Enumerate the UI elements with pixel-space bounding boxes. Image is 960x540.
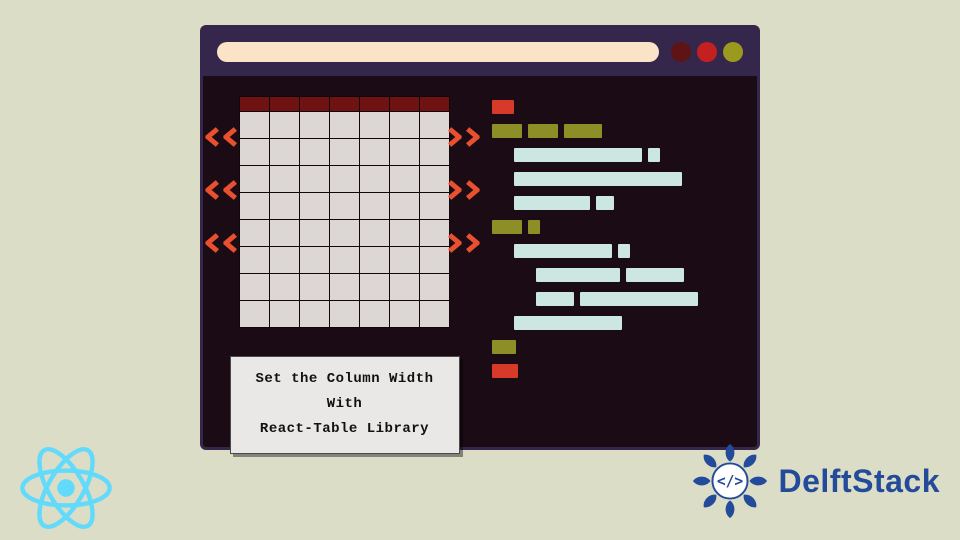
left-pane: Set the Column Width With React-Table Li… — [217, 96, 472, 433]
code-token — [492, 364, 518, 378]
code-line — [514, 148, 743, 162]
data-table — [239, 96, 450, 328]
code-token — [514, 316, 622, 330]
resize-arrows-right — [448, 124, 484, 256]
code-token — [528, 124, 558, 138]
table-wrap — [217, 96, 472, 328]
chevron-left-icon — [205, 230, 241, 256]
chevron-left-icon — [205, 124, 241, 150]
resize-arrows-left — [205, 124, 241, 256]
react-logo-icon — [18, 440, 114, 536]
code-line — [492, 124, 743, 138]
svg-text:</>: </> — [716, 473, 743, 490]
chevron-left-icon — [205, 177, 241, 203]
app-window: Set the Column Width With React-Table Li… — [200, 25, 760, 450]
code-token — [618, 244, 630, 258]
window-dot-minimize[interactable] — [671, 42, 691, 62]
window-titlebar — [203, 28, 757, 76]
code-line — [514, 196, 743, 210]
window-dot-maximize[interactable] — [723, 42, 743, 62]
code-token — [492, 124, 522, 138]
code-token — [536, 292, 574, 306]
code-line — [514, 316, 743, 330]
chevron-right-icon — [448, 230, 484, 256]
code-line — [492, 364, 743, 378]
code-token — [492, 220, 522, 234]
caption-line-2: React-Table Library — [239, 417, 451, 442]
code-line — [492, 340, 743, 354]
caption: Set the Column Width With React-Table Li… — [230, 356, 460, 454]
code-token — [492, 340, 516, 354]
code-line — [514, 172, 743, 186]
code-line — [492, 100, 743, 114]
delftstack-logo: </> DelftStack — [691, 442, 941, 520]
caption-line-1: Set the Column Width With — [239, 367, 451, 417]
code-token — [514, 196, 590, 210]
code-line — [536, 292, 743, 306]
code-line — [492, 220, 743, 234]
delftstack-name: DelftStack — [779, 463, 941, 500]
code-line — [514, 244, 743, 258]
chevron-right-icon — [448, 177, 484, 203]
code-token — [580, 292, 698, 306]
code-token — [596, 196, 614, 210]
code-line — [536, 268, 743, 282]
code-token — [564, 124, 602, 138]
code-token — [514, 244, 612, 258]
delftstack-badge-icon: </> — [691, 442, 769, 520]
code-token — [536, 268, 620, 282]
address-bar[interactable] — [217, 42, 659, 62]
code-token — [492, 100, 514, 114]
code-token — [648, 148, 660, 162]
code-token — [514, 148, 642, 162]
window-content: Set the Column Width With React-Table Li… — [203, 76, 757, 447]
chevron-right-icon — [448, 124, 484, 150]
code-token — [626, 268, 684, 282]
window-dot-close[interactable] — [697, 42, 717, 62]
code-pane — [492, 96, 743, 433]
code-token — [528, 220, 540, 234]
window-controls — [671, 42, 743, 62]
code-token — [514, 172, 682, 186]
